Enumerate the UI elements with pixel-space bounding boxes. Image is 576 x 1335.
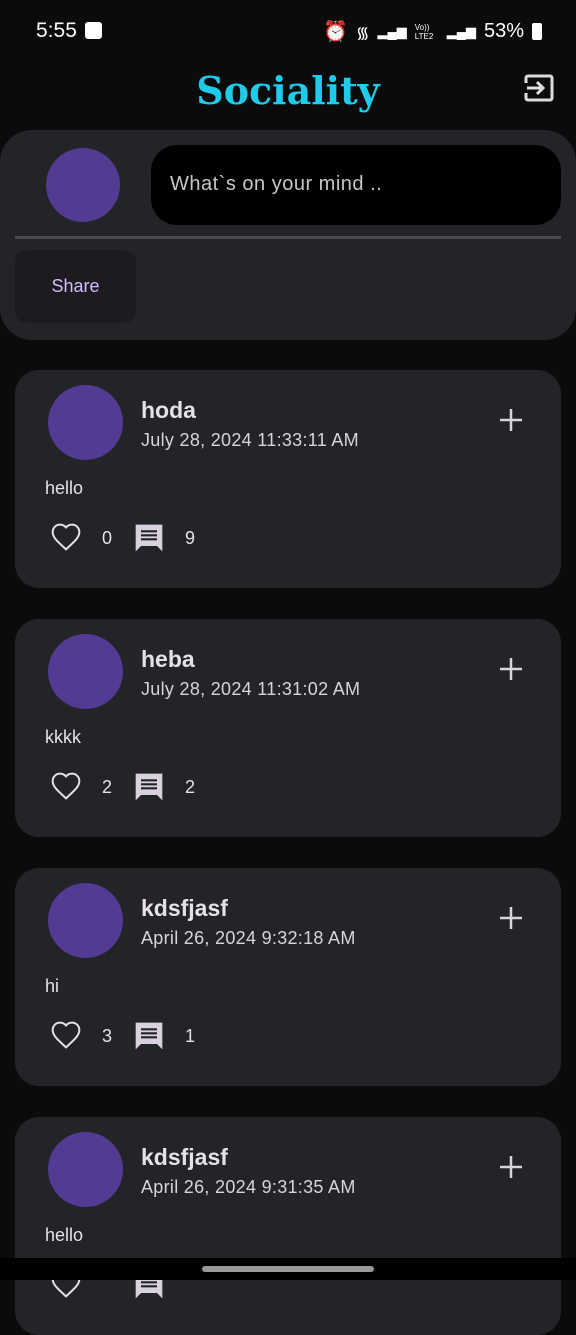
post-composer: What`s on your mind .. Share: [0, 130, 576, 340]
wifi-icon: ᯾: [355, 24, 370, 42]
comment-icon[interactable]: [133, 771, 165, 803]
app-title: Sociality: [196, 68, 380, 113]
user-avatar: [46, 148, 120, 222]
post-author: hoda: [141, 397, 196, 423]
app-bar: Sociality: [0, 60, 576, 130]
post-author: heba: [141, 646, 195, 672]
status-time: 5:55: [36, 19, 77, 42]
like-count: 0: [102, 527, 113, 548]
post-card: hoda July 28, 2024 11:33:11 AM hello 0 9: [15, 370, 561, 588]
status-bar: 5:55 ⏰ ᯾ ▂▄▆ Vo)) LTE2 ▂▄▆ 53%: [0, 0, 576, 60]
comment-count: 1: [185, 1025, 196, 1046]
post-card: kdsfjasf April 26, 2024 9:31:35 AM hello: [15, 1117, 561, 1335]
post-author: kdsfjasf: [141, 895, 228, 921]
post-body: hello: [45, 1225, 84, 1245]
logout-icon[interactable]: [524, 74, 554, 102]
like-count: 3: [102, 1025, 113, 1046]
home-gesture-handle[interactable]: [202, 1266, 374, 1272]
post-date: July 28, 2024 11:33:11 AM: [141, 430, 359, 450]
post-avatar: [48, 385, 123, 460]
post-body: hi: [45, 976, 60, 996]
post-author: kdsfjasf: [141, 1144, 228, 1170]
plus-icon[interactable]: [499, 1155, 523, 1179]
gallery-notification-icon: [85, 22, 102, 39]
comment-icon[interactable]: [133, 1020, 165, 1052]
navigation-bar: [0, 1258, 576, 1280]
like-count: 2: [102, 776, 113, 797]
plus-icon[interactable]: [499, 408, 523, 432]
signal-icon-2: ▂▄▆: [446, 23, 476, 39]
post-date: April 26, 2024 9:31:35 AM: [141, 1177, 356, 1197]
comment-count: 9: [185, 527, 196, 548]
post-avatar: [48, 634, 123, 709]
comment-icon[interactable]: [133, 522, 165, 554]
heart-icon[interactable]: [49, 522, 83, 554]
heart-icon[interactable]: [49, 771, 83, 803]
post-date: April 26, 2024 9:32:18 AM: [141, 928, 356, 948]
share-button[interactable]: Share: [15, 250, 136, 323]
signal-icon: ▂▄▆: [377, 23, 407, 39]
post-card: heba July 28, 2024 11:31:02 AM kkkk 2 2: [15, 619, 561, 837]
divider: [15, 236, 561, 239]
alarm-icon: ⏰: [323, 21, 348, 43]
post-avatar: [48, 1132, 123, 1207]
heart-icon[interactable]: [49, 1020, 83, 1052]
post-input[interactable]: What`s on your mind ..: [151, 145, 561, 225]
network-type: Vo)) LTE2: [414, 22, 434, 41]
battery-icon: [532, 23, 542, 40]
post-card: kdsfjasf April 26, 2024 9:32:18 AM hi 3 …: [15, 868, 561, 1086]
post-body: kkkk: [45, 727, 81, 747]
post-body: hello: [45, 478, 84, 498]
post-avatar: [48, 883, 123, 958]
plus-icon[interactable]: [499, 906, 523, 930]
battery-percent: 53%: [483, 20, 524, 42]
plus-icon[interactable]: [499, 657, 523, 681]
post-date: July 28, 2024 11:31:02 AM: [141, 679, 361, 699]
comment-count: 2: [185, 776, 196, 797]
